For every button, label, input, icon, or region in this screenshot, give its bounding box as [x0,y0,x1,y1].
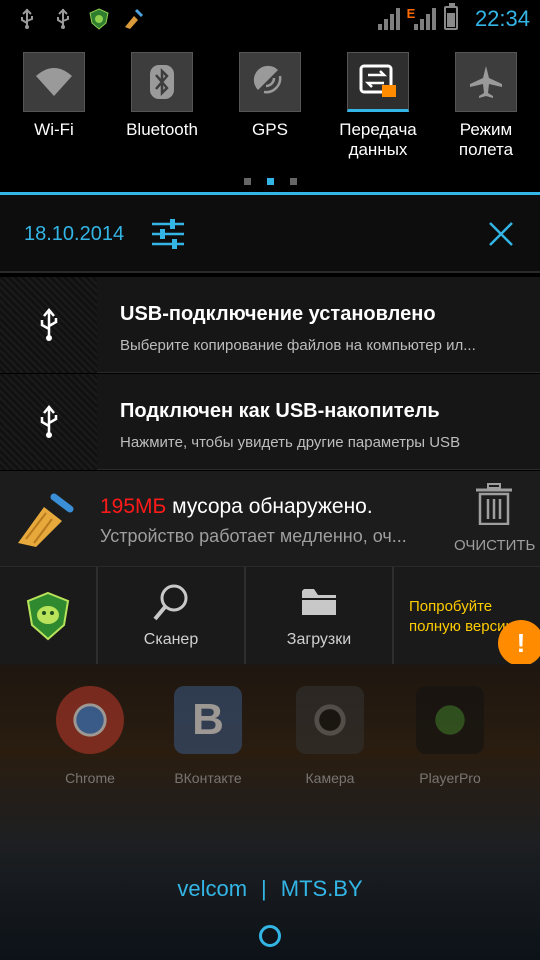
carrier-right: MTS.BY [280,876,363,901]
drag-handle[interactable] [259,925,281,947]
toggle-label: Режим полета [458,120,514,159]
folder-icon [300,585,338,624]
page-indicator [0,172,540,190]
scanner-button[interactable]: Сканер [98,567,246,664]
toggle-label: Bluetooth [126,120,198,139]
notification-junk-cleaner[interactable]: 195МБ мусора обнаружено. Устройство рабо… [0,471,540,567]
status-bar: E 22:34 [0,0,540,38]
page-dot [243,178,251,185]
page-dot [289,178,297,185]
quick-settings-toggles: Wi-Fi Bluetooth GPS Передача данных Режи… [0,38,540,193]
notification-usb-storage[interactable]: Подключен как USB-накопитель Нажмите, чт… [0,374,540,470]
junk-title-text: мусора обнаружено. [166,495,373,518]
app-chrome[interactable]: Chrome [40,686,140,786]
junk-subtitle: Устройство работает медленно, оч... [100,526,407,546]
data-transfer-icon [347,52,409,112]
toggle-gps[interactable]: GPS [216,52,324,140]
carrier-left: velcom [177,876,248,901]
app-label: ВКонтакте [174,770,242,786]
drweb-icon [88,8,110,30]
toggle-label: Wi-Fi [34,120,74,139]
scanner-label: Сканер [143,631,199,648]
junk-title: 195МБ мусора обнаружено. [100,495,373,519]
toggle-airplane-mode[interactable]: Режим полета [432,52,540,160]
carrier-separator: | [261,876,267,901]
vk-icon: B [174,686,242,754]
airplane-icon [455,52,517,112]
clean-button[interactable]: ОЧИСТИТЬ [454,537,535,554]
usb-icon [16,8,38,30]
bluetooth-icon [131,52,193,112]
carrier-label: velcom | MTS.BY [0,876,540,902]
usb-icon [0,374,97,470]
playerpro-icon [416,686,484,754]
close-icon[interactable] [488,221,514,247]
toggle-label: GPS [252,120,288,139]
toggle-bluetooth[interactable]: Bluetooth [108,52,216,140]
drweb-app-button[interactable] [0,567,98,664]
trash-icon[interactable] [474,483,514,526]
broom-icon [14,493,76,547]
app-label: PlayerPro [419,770,481,786]
chrome-icon [56,686,124,754]
toggle-label: Передача данных [339,120,417,159]
wifi-icon [23,52,85,112]
notification-title: USB-подключение установлено [120,303,436,325]
usb-icon [0,277,97,373]
gps-icon [239,52,301,112]
toggle-wifi[interactable]: Wi-Fi [0,52,108,140]
usb-icon [52,8,74,30]
battery-icon [444,3,458,30]
settings-sliders-icon[interactable] [152,219,184,249]
signal-icon [414,8,440,30]
toggle-data-transfer[interactable]: Передача данных [324,52,432,160]
app-camera[interactable]: Камера [280,686,380,786]
camera-icon [296,686,364,754]
junk-amount: 195МБ [100,495,167,518]
warning-icon[interactable]: ! [498,620,540,666]
date-label: 18.10.2014 [24,223,125,245]
downloads-button[interactable]: Загрузки [246,567,394,664]
notification-text: Выберите копирование файлов на компьютер… [120,337,476,354]
magnifier-icon [152,583,190,628]
notification-header: 18.10.2014 [0,195,540,273]
antivirus-notification: Сканер Загрузки Попробуйте полную версию [0,567,540,664]
app-playerpro[interactable]: PlayerPro [400,686,500,786]
page-dot-active [266,178,274,185]
app-vkontakte[interactable]: B ВКонтакте [158,686,258,786]
signal-icon [378,8,404,30]
app-label: Камера [305,770,355,786]
notification-usb-connected[interactable]: USB-подключение установлено Выберите коп… [0,277,540,373]
app-label: Chrome [65,770,115,786]
clock: 22:34 [474,6,530,31]
cleaner-icon [122,8,144,30]
downloads-label: Загрузки [286,631,352,648]
notification-text: Нажмите, чтобы увидеть другие параметры … [120,434,461,451]
notification-title: Подключен как USB-накопитель [120,400,440,422]
drweb-icon [24,591,72,646]
